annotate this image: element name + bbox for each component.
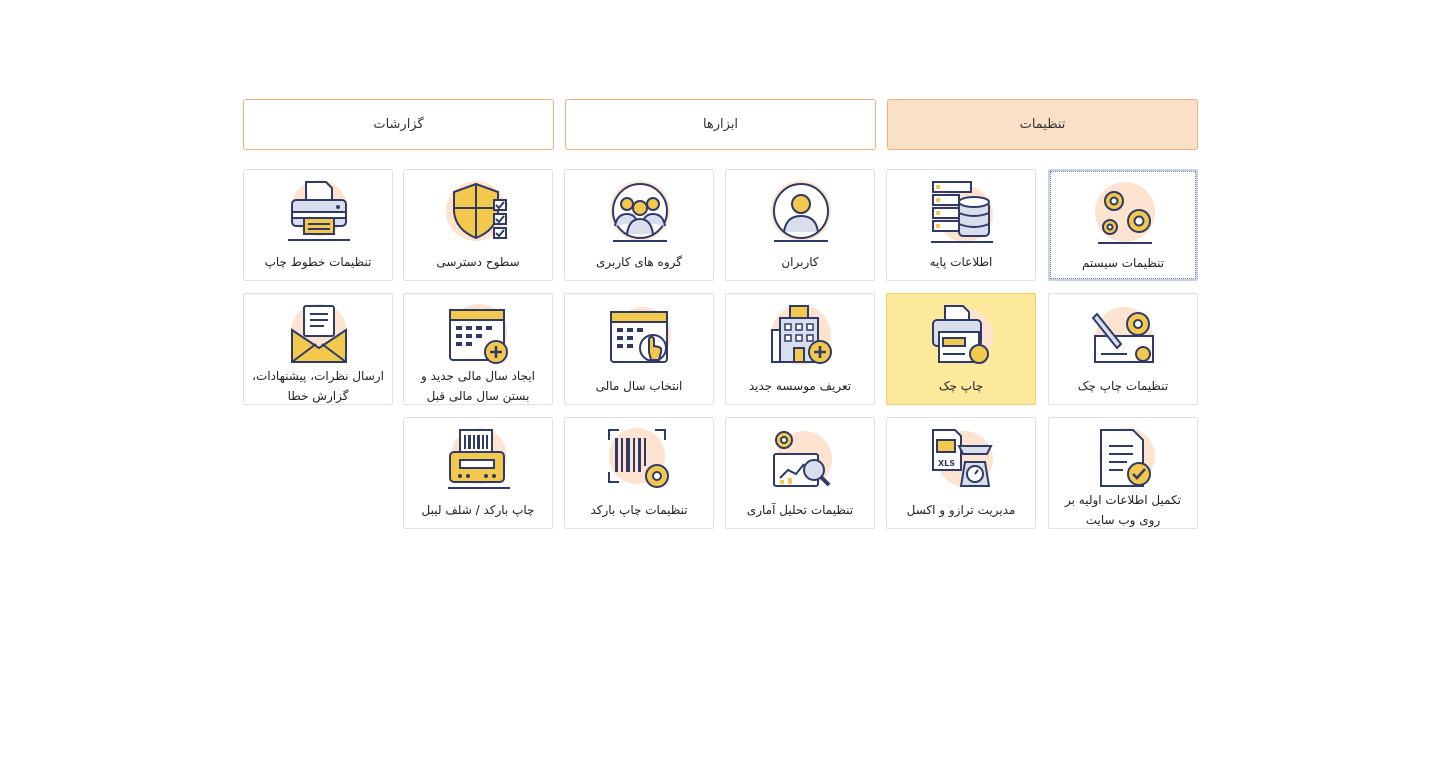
card-new-fiscal-year[interactable]: ایجاد سال مالی جدید و بستن سال مالی قبل	[403, 293, 553, 405]
tab-label: گزارشات	[373, 117, 424, 132]
document-check-icon	[1091, 426, 1157, 492]
gears-icon	[1092, 179, 1158, 245]
mail-icon	[286, 302, 352, 368]
check-settings-icon	[1091, 302, 1157, 368]
tab-settings[interactable]: تنظیمات	[887, 99, 1198, 150]
database-server-icon	[929, 178, 995, 244]
shield-checklist-icon	[446, 178, 512, 244]
card-analytics-settings[interactable]: تنظیمات تحلیل آماری	[725, 417, 875, 529]
card-label: تنظیمات چاپ چک	[1077, 379, 1169, 393]
print-check-icon	[929, 302, 995, 368]
card-barcode-print-settings[interactable]: تنظیمات چاپ بارکد	[564, 417, 714, 529]
card-print-line-settings[interactable]: تنظیمات خطوط چاپ	[243, 169, 393, 281]
card-label: تنظیمات چاپ بارکد	[590, 503, 688, 517]
card-label: گروه های کاربری	[596, 255, 682, 269]
card-label: تکمیل اطلاعات اولیه بر روی وب سایت	[1064, 493, 1181, 527]
card-select-fiscal-year[interactable]: انتخاب سال مالی	[564, 293, 714, 405]
barcode-printer-icon	[446, 426, 512, 492]
card-label: انتخاب سال مالی	[595, 379, 683, 393]
user-group-icon	[607, 178, 673, 244]
card-label: چاپ بارکد / شلف لیبل	[421, 503, 535, 517]
svg-text:XLS: XLS	[938, 459, 955, 468]
card-scale-excel[interactable]: XLS مدیریت ترازو و اکسل	[886, 417, 1036, 529]
card-new-institution[interactable]: تعریف موسسه جدید	[725, 293, 875, 405]
card-user-groups[interactable]: گروه های کاربری	[564, 169, 714, 281]
top-tabs: گزارشات ابزارها تنظیمات	[243, 99, 1198, 150]
card-users[interactable]: کاربران	[725, 169, 875, 281]
settings-grid: تنظیمات سیستم اطلاعات پایه کاربران گروه …	[243, 169, 1198, 529]
calendar-hand-icon	[607, 302, 673, 368]
printer-icon	[286, 178, 352, 244]
card-label: ارسال نظرات، پیشنهادات، گزارش خطا	[252, 369, 384, 403]
tab-label: ابزارها	[702, 117, 739, 132]
card-label: تعریف موسسه جدید	[748, 379, 852, 393]
card-label: تنظیمات سیستم	[1081, 256, 1165, 270]
card-label: اطلاعات پایه	[929, 255, 993, 269]
card-label: مدیریت ترازو و اکسل	[906, 503, 1016, 517]
building-add-icon	[768, 302, 834, 368]
barcode-settings-icon	[607, 426, 673, 492]
calendar-add-icon	[446, 302, 512, 368]
user-icon	[768, 178, 834, 244]
card-send-feedback[interactable]: ارسال نظرات، پیشنهادات، گزارش خطا	[243, 293, 393, 405]
card-label: کاربران	[781, 255, 819, 269]
card-check-print-settings[interactable]: تنظیمات چاپ چک	[1048, 293, 1198, 405]
tab-label: تنظیمات	[1019, 117, 1066, 132]
card-print-check[interactable]: چاپ چک	[886, 293, 1036, 405]
tab-reports[interactable]: گزارشات	[243, 99, 554, 150]
scale-excel-icon: XLS	[929, 426, 995, 492]
card-access-levels[interactable]: سطوح دسترسی	[403, 169, 553, 281]
card-label: تنظیمات تحلیل آماری	[746, 503, 854, 517]
card-label: ایجاد سال مالی جدید و بستن سال مالی قبل	[421, 369, 535, 403]
card-label: سطوح دسترسی	[436, 255, 520, 269]
card-label: چاپ چک	[938, 379, 984, 393]
card-system-settings[interactable]: تنظیمات سیستم	[1048, 169, 1198, 281]
card-base-info[interactable]: اطلاعات پایه	[886, 169, 1036, 281]
tab-tools[interactable]: ابزارها	[565, 99, 876, 150]
card-barcode-shelf-label[interactable]: چاپ بارکد / شلف لیبل	[403, 417, 553, 529]
card-label: تنظیمات خطوط چاپ	[264, 255, 372, 269]
analytics-icon	[768, 426, 834, 492]
card-complete-website-info[interactable]: تکمیل اطلاعات اولیه بر روی وب سایت	[1048, 417, 1198, 529]
